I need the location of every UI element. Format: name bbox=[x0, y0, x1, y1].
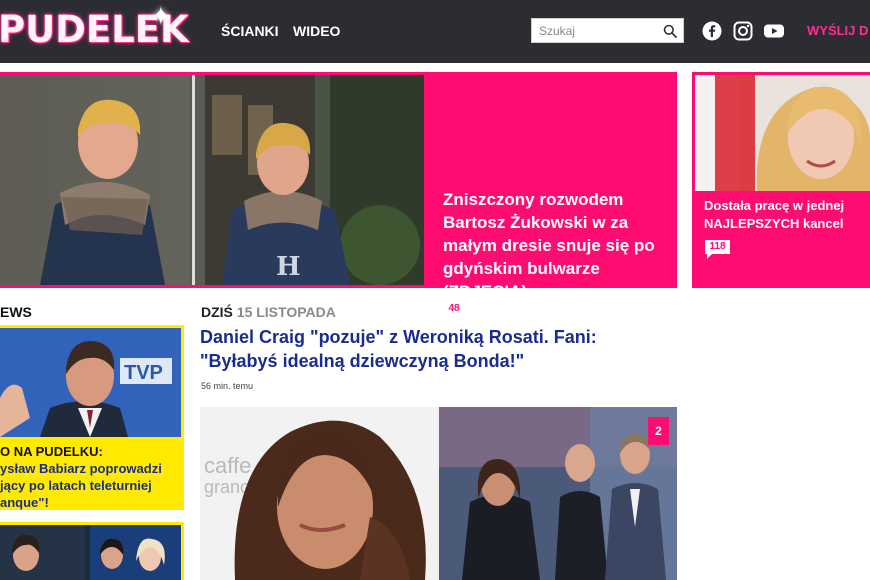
event-backdrop-text: grano bbox=[204, 477, 250, 497]
article-time: 56 min. temu bbox=[201, 381, 254, 391]
search-icon[interactable] bbox=[663, 24, 677, 38]
hero-photo[interactable]: H bbox=[0, 75, 424, 285]
article-title[interactable]: Daniel Craig "pozuje" z Weroniką Rosati.… bbox=[200, 325, 670, 373]
promo-card-title[interactable]: ysław Babiarz poprowadzi jący po latach … bbox=[0, 460, 184, 511]
header-divider bbox=[0, 63, 870, 66]
search-box[interactable] bbox=[531, 18, 684, 43]
hero-article[interactable]: H Zniszczony rozwodem Bartosz Żukowski w… bbox=[0, 72, 677, 321]
comment-count-badge[interactable]: 48 bbox=[443, 302, 465, 321]
tvp-logo: TVP bbox=[124, 362, 163, 384]
promo-card-2[interactable] bbox=[0, 522, 184, 580]
news-section-label: EWS bbox=[0, 304, 32, 320]
hero-title[interactable]: Zniszczony rozwodem Bartosz Żukowski w z… bbox=[443, 188, 668, 303]
promo-card-photo[interactable]: TVP bbox=[0, 328, 181, 437]
gallery-count-badge[interactable]: 2 bbox=[648, 417, 669, 445]
send-story-link[interactable]: WYŚLIJ D bbox=[807, 23, 868, 39]
youtube-icon[interactable] bbox=[763, 21, 785, 41]
date-heading: DZIŚ 15 LISTOPADA bbox=[201, 304, 336, 320]
search-input[interactable] bbox=[532, 19, 657, 42]
article-photo[interactable]: caffe grano bbox=[200, 407, 677, 580]
svg-text:H: H bbox=[276, 252, 301, 282]
sparkle-icon: ✦ bbox=[150, 1, 172, 31]
side-article[interactable]: Dostała pracę w jednej NAJLEPSZYCH kance… bbox=[692, 72, 870, 288]
facebook-icon[interactable] bbox=[702, 21, 722, 41]
promo-card-2-photo[interactable] bbox=[0, 525, 181, 580]
promo-card[interactable]: TVP O NA PUDELKU: ysław Babiarz poprowad… bbox=[0, 325, 184, 510]
promo-card-kicker: O NA PUDELKU: bbox=[0, 444, 103, 459]
event-backdrop-text: caffe bbox=[204, 453, 251, 478]
side-article-title[interactable]: Dostała pracę w jednej NAJLEPSZYCH kance… bbox=[704, 197, 870, 233]
side-article-photo[interactable] bbox=[695, 75, 870, 191]
nav-item-scianki[interactable]: ŚCIANKI bbox=[221, 22, 279, 40]
instagram-icon[interactable] bbox=[733, 21, 753, 41]
comment-count-badge[interactable]: 118 bbox=[705, 240, 730, 259]
site-header: PUDELEK ✦ ŚCIANKI WIDEO WYŚLIJ D bbox=[0, 0, 870, 63]
nav-item-wideo[interactable]: WIDEO bbox=[293, 22, 340, 40]
